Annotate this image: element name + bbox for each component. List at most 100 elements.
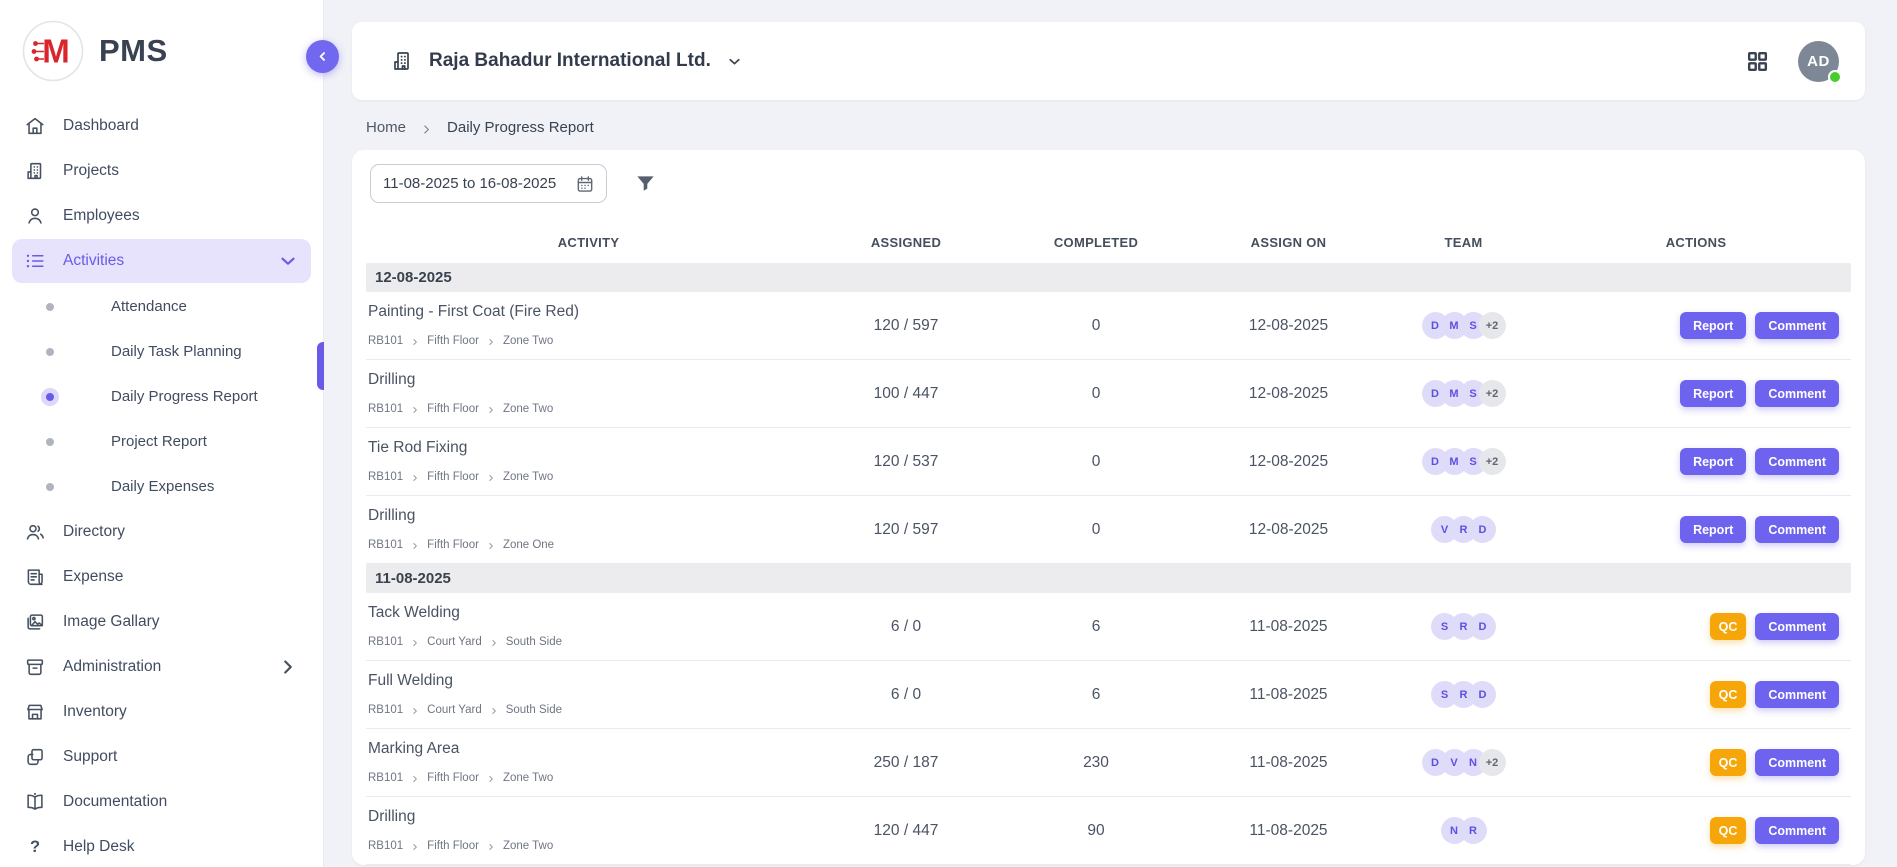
table-row: Full WeldingRB101Court YardSouth Side6 /… <box>366 661 1851 729</box>
sidebar-item-daily-progress-report[interactable]: Daily Progress Report <box>0 374 323 419</box>
path-segment: RB101 <box>368 403 403 415</box>
report-button[interactable]: Report <box>1680 312 1746 339</box>
sidebar-item-expense[interactable]: Expense <box>12 555 311 599</box>
chevron-right-icon <box>411 706 419 714</box>
team-member-avatar: R <box>1460 817 1487 844</box>
chevron-right-icon <box>487 473 495 481</box>
comment-button[interactable]: Comment <box>1755 817 1839 844</box>
assigned-value: 120 / 597 <box>811 292 1001 359</box>
activity-location-path: RB101Fifth FloorZone Two <box>368 840 811 852</box>
qc-button[interactable]: QC <box>1710 613 1747 640</box>
assigned-value: 6 / 0 <box>811 593 1001 660</box>
sidebar-item-employees[interactable]: Employees <box>12 194 311 238</box>
completed-value: 0 <box>1001 360 1191 427</box>
path-segment: RB101 <box>368 772 403 784</box>
chevron-right-icon <box>411 774 419 782</box>
assigned-value: 120 / 537 <box>811 428 1001 495</box>
sidebar-item-attendance[interactable]: Attendance <box>0 284 323 329</box>
path-segment: RB101 <box>368 539 403 551</box>
sidebar-item-image-gallary[interactable]: Image Gallary <box>12 600 311 644</box>
sidebar-item-inventory[interactable]: Inventory <box>12 690 311 734</box>
path-segment: RB101 <box>368 840 403 852</box>
sidebar-collapse-button[interactable] <box>306 40 339 73</box>
sidebar-item-support[interactable]: Support <box>12 735 311 779</box>
sidebar-item-label: Project Report <box>111 433 207 450</box>
help-icon: ? <box>24 836 46 858</box>
sidebar-item-activities[interactable]: Activities <box>12 239 311 283</box>
comment-button[interactable]: Comment <box>1755 380 1839 407</box>
sidebar-item-daily-expenses[interactable]: Daily Expenses <box>0 464 323 509</box>
sidebar-item-daily-task-planning[interactable]: Daily Task Planning <box>0 329 323 374</box>
activity-title: Drilling <box>368 808 811 826</box>
sidebar-item-project-report[interactable]: Project Report <box>0 419 323 464</box>
path-segment: RB101 <box>368 471 403 483</box>
path-segment: Zone Two <box>503 772 553 784</box>
path-segment: Court Yard <box>427 704 482 716</box>
chevron-right-icon <box>411 337 419 345</box>
activity-title: Full Welding <box>368 672 811 690</box>
date-range-value: 11-08-2025 to 16-08-2025 <box>383 175 556 192</box>
sidebar-item-directory[interactable]: Directory <box>12 510 311 554</box>
activity-location-path: RB101Court YardSouth Side <box>368 704 811 716</box>
comment-button[interactable]: Comment <box>1755 312 1839 339</box>
bullet-icon <box>46 348 54 356</box>
actions-cell: Report Comment <box>1541 360 1851 427</box>
team-cell: VRD <box>1386 496 1541 563</box>
chevron-right-icon <box>411 842 419 850</box>
qc-button[interactable]: QC <box>1710 749 1747 776</box>
report-button[interactable]: Report <box>1680 380 1746 407</box>
date-range-input[interactable]: 11-08-2025 to 16-08-2025 <box>370 164 607 203</box>
sidebar-item-label: Documentation <box>63 793 167 811</box>
assign-on-value: 12-08-2025 <box>1191 496 1386 563</box>
filter-funnel-icon[interactable] <box>634 172 657 195</box>
column-header: TEAM <box>1386 235 1541 250</box>
copy-icon <box>24 746 46 768</box>
bullet-icon <box>46 303 54 311</box>
assign-on-value: 11-08-2025 <box>1191 729 1386 796</box>
activity-cell: Tack WeldingRB101Court YardSouth Side <box>366 593 811 660</box>
team-overflow-badge: +2 <box>1479 448 1506 475</box>
top-header-bar: Raja Bahadur International Ltd. AD <box>352 22 1865 100</box>
comment-button[interactable]: Comment <box>1755 516 1839 543</box>
comment-button[interactable]: Comment <box>1755 749 1839 776</box>
date-group-header: 12-08-2025 <box>366 263 1851 292</box>
column-header: ASSIGNED <box>811 235 1001 250</box>
actions-cell: QC Comment <box>1541 593 1851 660</box>
sidebar-item-label: Inventory <box>63 703 127 721</box>
report-button[interactable]: Report <box>1680 448 1746 475</box>
sidebar-item-help-desk[interactable]: ?Help Desk <box>12 825 311 867</box>
sidebar-item-dashboard[interactable]: Dashboard <box>12 104 311 148</box>
activity-location-path: RB101Fifth FloorZone Two <box>368 403 811 415</box>
path-segment: RB101 <box>368 704 403 716</box>
comment-button[interactable]: Comment <box>1755 681 1839 708</box>
team-cell: SRD <box>1386 661 1541 728</box>
comment-button[interactable]: Comment <box>1755 613 1839 640</box>
calendar-icon[interactable] <box>575 174 595 194</box>
activity-title: Marking Area <box>368 740 811 758</box>
assign-on-value: 12-08-2025 <box>1191 428 1386 495</box>
online-status-dot <box>1828 70 1842 84</box>
table-row: Tie Rod FixingRB101Fifth FloorZone Two12… <box>366 428 1851 496</box>
bullet-icon <box>46 393 54 401</box>
sidebar-item-projects[interactable]: Projects <box>12 149 311 193</box>
path-segment: Fifth Floor <box>427 403 479 415</box>
sidebar-item-administration[interactable]: Administration <box>12 645 311 689</box>
company-selector[interactable]: Raja Bahadur International Ltd. <box>390 49 743 73</box>
chevron-right-icon <box>487 405 495 413</box>
path-segment: Fifth Floor <box>427 772 479 784</box>
report-button[interactable]: Report <box>1680 516 1746 543</box>
apps-grid-icon[interactable] <box>1745 49 1770 74</box>
completed-value: 6 <box>1001 661 1191 728</box>
path-segment: Fifth Floor <box>427 539 479 551</box>
comment-button[interactable]: Comment <box>1755 448 1839 475</box>
qc-button[interactable]: QC <box>1710 817 1747 844</box>
team-overflow-badge: +2 <box>1479 312 1506 339</box>
breadcrumb-home-link[interactable]: Home <box>366 119 406 136</box>
sidebar-item-label: Employees <box>63 207 140 225</box>
sidebar-item-documentation[interactable]: Documentation <box>12 780 311 824</box>
qc-button[interactable]: QC <box>1710 681 1747 708</box>
user-avatar[interactable]: AD <box>1798 41 1839 82</box>
breadcrumb-current: Daily Progress Report <box>447 119 594 136</box>
chevron-right-icon <box>277 656 299 678</box>
bullet-icon <box>46 483 54 491</box>
